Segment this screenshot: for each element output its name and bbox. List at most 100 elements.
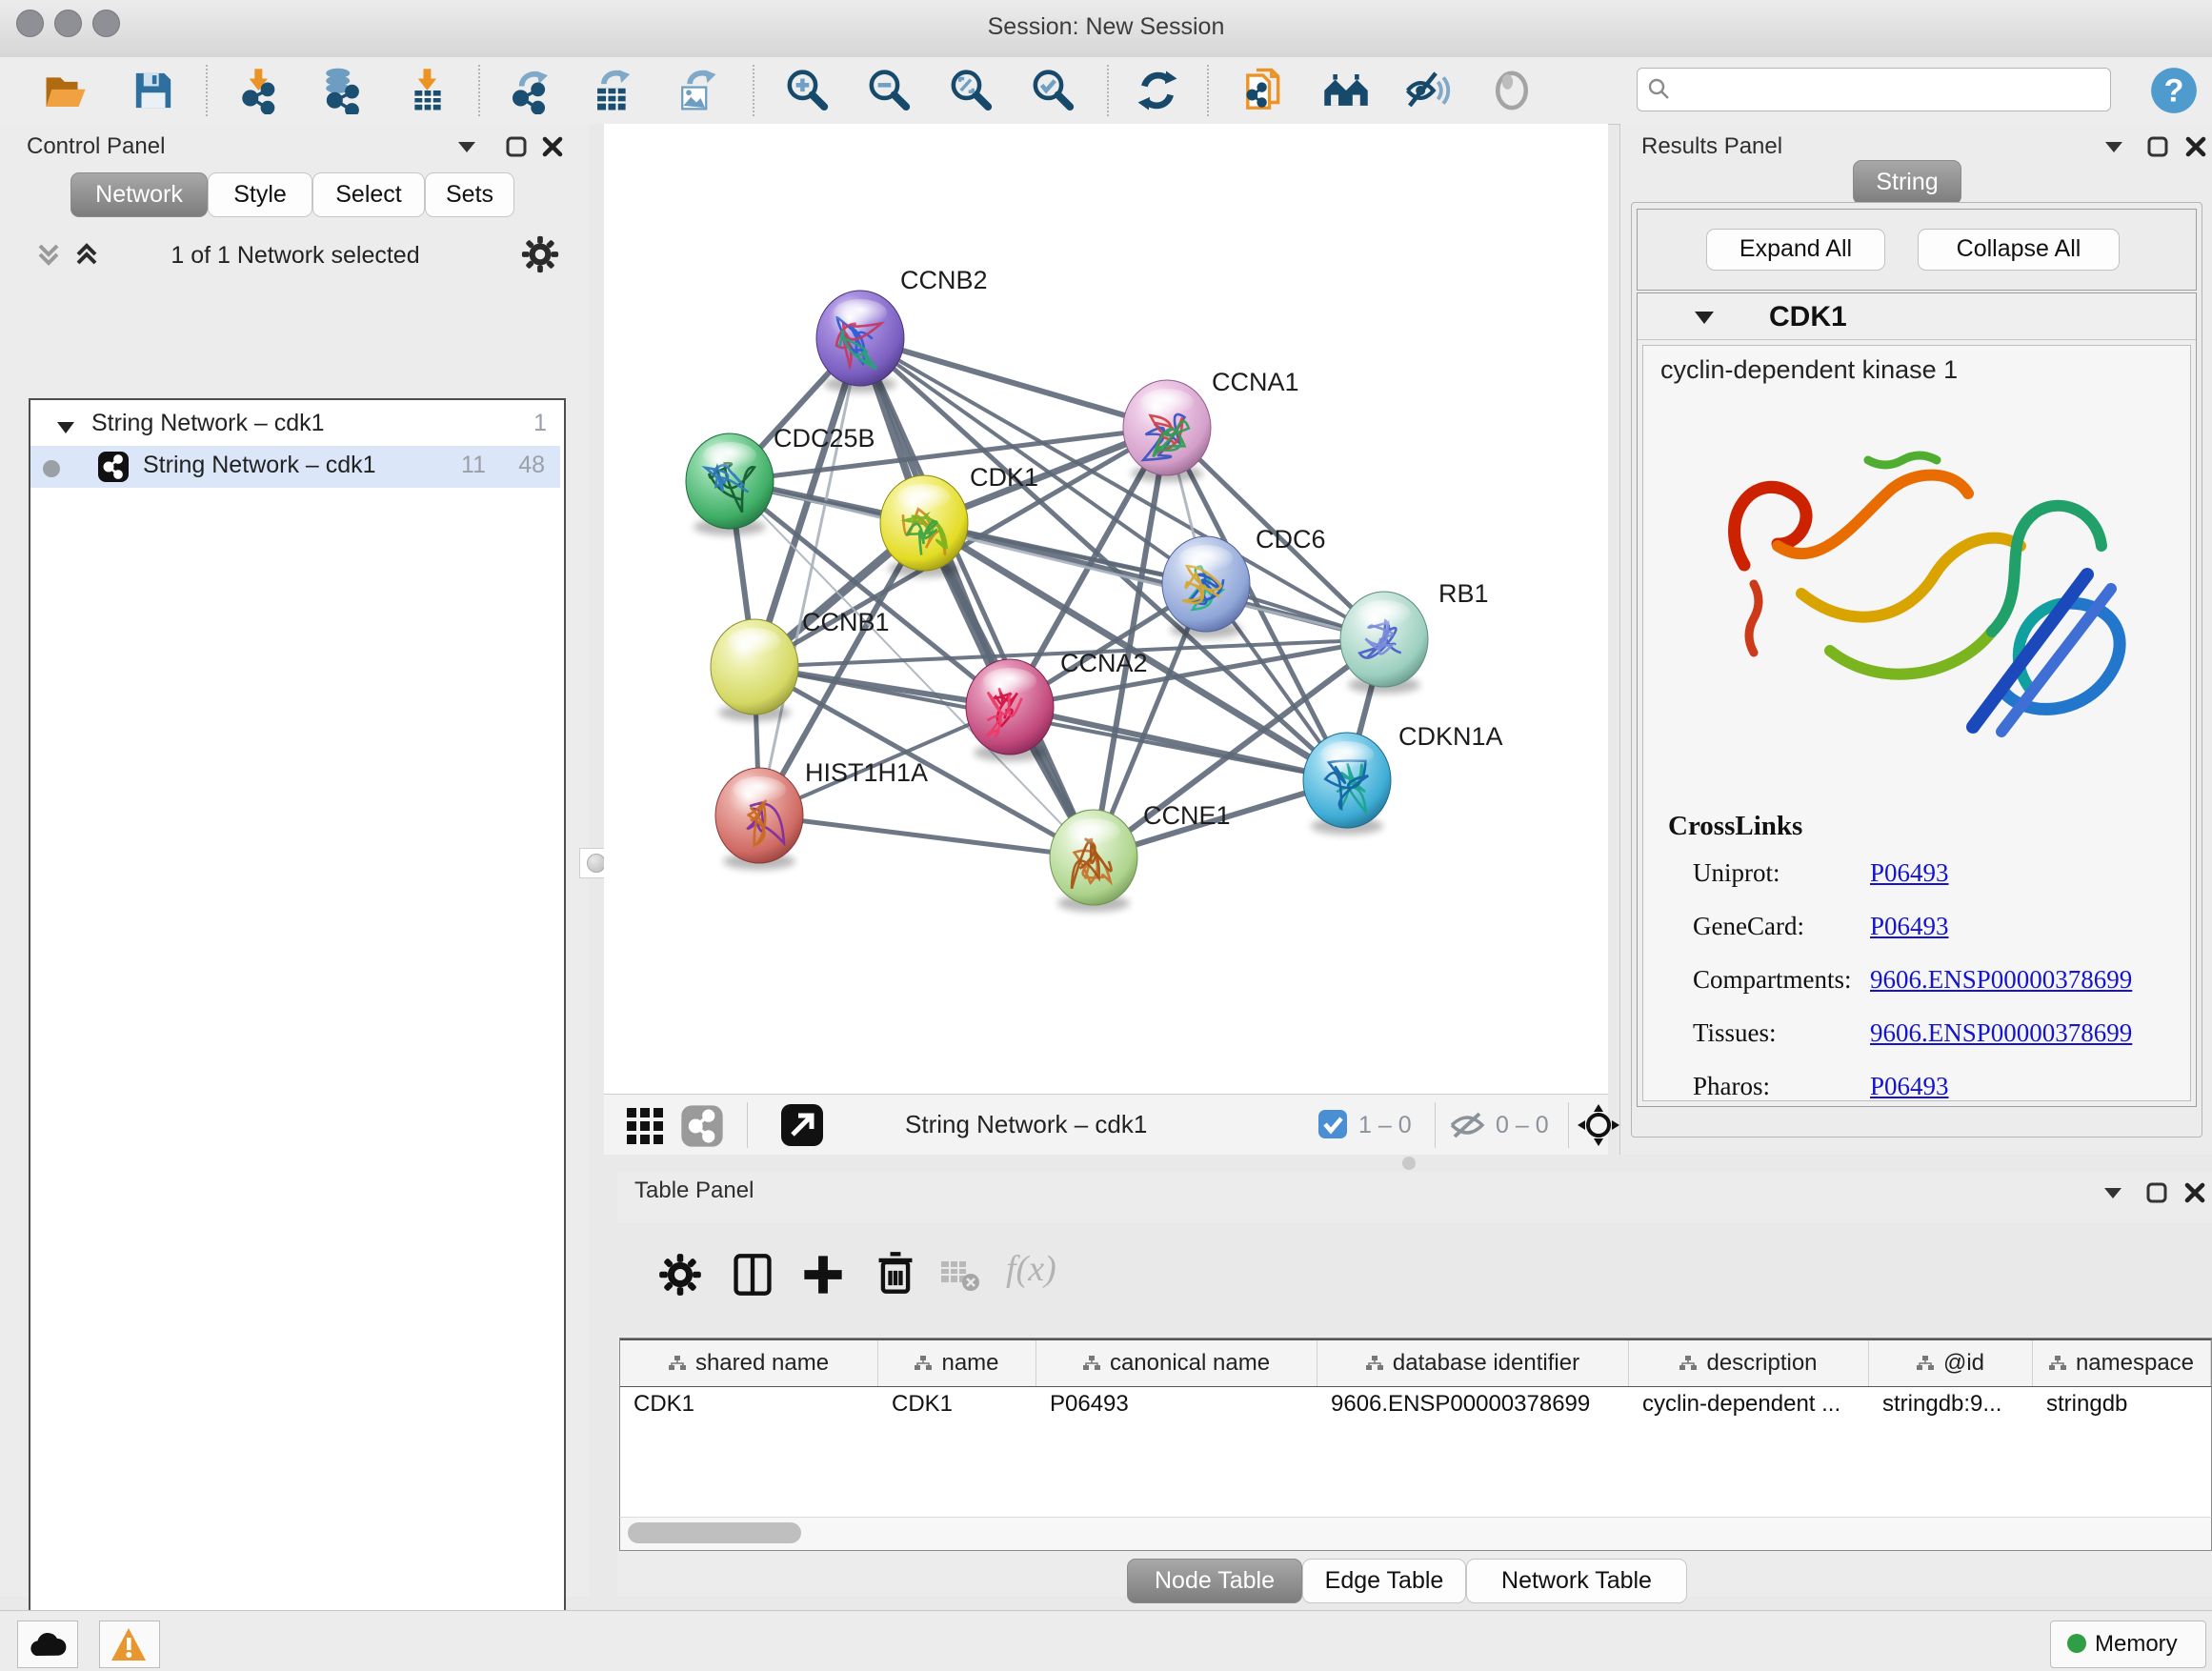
panel-menu-icon[interactable]	[455, 137, 478, 161]
panel-menu-icon[interactable]	[2101, 1183, 2124, 1207]
edge-CCNA2-CDKN1A[interactable]	[1010, 707, 1347, 780]
import-network-file-icon[interactable]	[236, 67, 284, 114]
import-table-icon[interactable]	[404, 67, 452, 114]
tab-network-table[interactable]: Network Table	[1466, 1559, 1687, 1603]
selected-checkbox-icon[interactable]	[1317, 1108, 1349, 1145]
tab-network[interactable]: Network	[70, 172, 208, 217]
export-table-icon[interactable]	[589, 67, 636, 114]
float-panel-icon[interactable]	[2145, 1181, 2168, 1209]
network-collection-row[interactable]: String Network – cdk1 1	[30, 404, 560, 446]
expand-all-icon[interactable]	[70, 238, 103, 275]
node-CCNE1[interactable]: CCNE1	[1050, 801, 1231, 912]
collapse-all-button[interactable]: Collapse All	[1918, 229, 2120, 271]
crosslink-link[interactable]: 9606.ENSP00000378699	[1870, 965, 2132, 995]
crosslink-link[interactable]: 9606.ENSP00000378699	[1870, 1018, 2132, 1048]
column-header-label: shared name	[695, 1350, 829, 1377]
birdseye-toggle-icon[interactable]	[779, 1102, 825, 1153]
fit-content-crosshair-icon[interactable]	[1578, 1104, 1619, 1151]
hide-panel-icon[interactable]	[1403, 67, 1451, 114]
hidden-eye-icon[interactable]	[1448, 1108, 1486, 1147]
edge-HIST1H1A-CCNE1[interactable]	[759, 815, 1094, 857]
table-cell[interactable]: stringdb	[2033, 1385, 2211, 1427]
export-network-icon[interactable]	[509, 67, 556, 114]
column-header-@id[interactable]: @id	[1869, 1340, 2033, 1386]
node-RB1[interactable]: RB1	[1340, 579, 1489, 694]
crosslink-link[interactable]: P06493	[1870, 858, 1949, 888]
automation-cloud-button[interactable]	[17, 1621, 78, 1668]
table-horizontal-scrollbar[interactable]	[619, 1517, 2212, 1551]
tree-expander-icon[interactable]	[55, 415, 76, 443]
protein-structure-image	[1687, 403, 2163, 779]
zoom-selected-icon[interactable]	[1029, 67, 1076, 114]
share-view-icon[interactable]	[680, 1104, 724, 1153]
column-header-shared-name[interactable]: shared name	[620, 1340, 878, 1386]
open-session-icon[interactable]	[42, 67, 90, 114]
network-options-gear-icon[interactable]	[520, 234, 560, 279]
float-panel-icon[interactable]	[2146, 135, 2169, 163]
tab-style[interactable]: Style	[208, 172, 312, 217]
crosslink-link[interactable]: P06493	[1870, 912, 1949, 941]
table-header-row: shared name namecanonical namedatabase id…	[620, 1339, 2211, 1387]
zoom-fit-icon[interactable]	[947, 67, 995, 114]
tab-node-table[interactable]: Node Table	[1127, 1559, 1302, 1603]
columns-icon[interactable]	[730, 1252, 775, 1302]
panel-menu-icon[interactable]	[2102, 137, 2125, 161]
table-cell[interactable]: CDK1	[878, 1385, 1036, 1427]
main-toolbar: ?	[0, 57, 2212, 125]
delete-column-icon[interactable]	[873, 1250, 918, 1300]
node-CDC25B[interactable]: CDC25B	[686, 424, 875, 535]
column-header-canonical-name[interactable]: canonical name	[1036, 1340, 1317, 1386]
float-panel-icon[interactable]	[505, 135, 528, 163]
close-panel-icon[interactable]	[2183, 1181, 2206, 1209]
crosslink-link[interactable]: P06493	[1870, 1072, 1949, 1101]
table-gear-icon[interactable]	[657, 1252, 703, 1302]
node-CCNA1[interactable]: CCNA1	[1123, 368, 1299, 482]
column-header-database-identifier[interactable]: database identifier	[1317, 1340, 1629, 1386]
memory-button[interactable]: Memory	[2050, 1621, 2206, 1668]
column-header-namespace[interactable]: namespace	[2033, 1340, 2211, 1386]
table-row[interactable]: CDK1CDK1P064939606.ENSP00000378699cyclin…	[620, 1385, 2211, 1427]
help-icon[interactable]: ?	[2150, 67, 2198, 114]
node-CDKN1A[interactable]: CDKN1A	[1303, 722, 1503, 835]
column-header-description[interactable]: description	[1629, 1340, 1869, 1386]
table-cell[interactable]: 9606.ENSP00000378699	[1317, 1385, 1629, 1427]
table-cell[interactable]: P06493	[1036, 1385, 1317, 1427]
cloud-icon	[26, 1627, 68, 1661]
table-tabs: Node TableEdge TableNetwork Table	[617, 1559, 2212, 1604]
warnings-button[interactable]	[99, 1621, 160, 1668]
crosslink-label: GeneCard:	[1693, 912, 1804, 941]
add-column-icon[interactable]	[800, 1252, 846, 1302]
tab-sets[interactable]: Sets	[425, 172, 514, 217]
zoom-out-icon[interactable]	[865, 67, 913, 114]
zoom-in-icon[interactable]	[783, 67, 831, 114]
home-icon[interactable]	[1322, 67, 1370, 114]
show-panel-icon[interactable]	[1488, 67, 1536, 114]
save-session-icon[interactable]	[130, 67, 177, 114]
grid-view-icon[interactable]	[625, 1106, 665, 1151]
string-document-icon[interactable]	[1241, 67, 1289, 114]
tab-string[interactable]: String	[1853, 160, 1961, 205]
view-toolbar-separator	[1568, 1102, 1569, 1148]
table-cell[interactable]: CDK1	[620, 1385, 878, 1427]
network-canvas[interactable]: CCNB2CCNA1CDC25BCDK1CDC6RB1CCNB1CCNA2CDK…	[604, 124, 1608, 1094]
tab-edge-table[interactable]: Edge Table	[1302, 1559, 1466, 1603]
import-network-database-icon[interactable]	[316, 67, 364, 114]
tab-select[interactable]: Select	[312, 172, 425, 217]
scrollbar-thumb[interactable]	[628, 1522, 801, 1543]
column-header-name[interactable]: name	[878, 1340, 1036, 1386]
cdk1-section-header[interactable]: CDK1	[1638, 293, 2196, 340]
refresh-icon[interactable]	[1134, 67, 1181, 114]
export-image-icon[interactable]	[673, 67, 720, 114]
node-label-CDC6: CDC6	[1256, 525, 1326, 554]
section-expander-icon[interactable]	[1693, 309, 1716, 331]
expand-all-button[interactable]: Expand All	[1706, 229, 1885, 271]
table-cell[interactable]: stringdb:9...	[1869, 1385, 2033, 1427]
table-cell[interactable]: cyclin-dependent ...	[1629, 1385, 1869, 1427]
network-row-selected[interactable]: String Network – cdk1 11 48	[30, 446, 560, 488]
close-panel-icon[interactable]	[2184, 135, 2207, 163]
collapse-all-icon[interactable]	[32, 238, 65, 275]
node-HIST1H1A[interactable]: HIST1H1A	[715, 758, 928, 870]
close-panel-icon[interactable]	[541, 135, 564, 163]
search-input[interactable]	[1637, 68, 2111, 111]
node-CDC6[interactable]: CDC6	[1162, 525, 1326, 638]
